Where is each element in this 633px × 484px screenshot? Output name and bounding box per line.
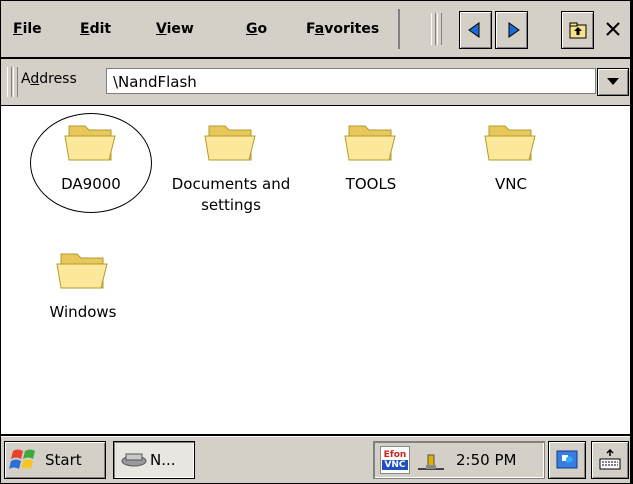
start-label: Start	[45, 451, 82, 469]
folder-vnc[interactable]: VNC	[441, 116, 581, 195]
window-frame: File Edit View Go Favorites Address \Nan…	[0, 0, 631, 483]
menu-edit[interactable]: Edit	[80, 3, 111, 55]
menu-view[interactable]: View	[156, 3, 194, 55]
folder-tools[interactable]: TOOLS	[301, 116, 441, 195]
desktop-button[interactable]	[548, 441, 586, 479]
menu-favorites[interactable]: Favorites	[306, 3, 379, 55]
folder-label: Windows	[49, 303, 117, 321]
toolbar-grip[interactable]	[431, 13, 436, 45]
menu-separator	[398, 9, 400, 49]
folder-icon	[64, 125, 116, 161]
toolbar-grip-2[interactable]	[437, 13, 442, 45]
folder-icon	[204, 125, 256, 161]
taskbar-window-label: N...	[150, 451, 176, 469]
folder-label: TOOLS	[345, 175, 397, 193]
address-input[interactable]: \NandFlash	[106, 68, 596, 94]
folder-da9000[interactable]: DA9000	[21, 116, 161, 195]
menu-go[interactable]: Go	[246, 3, 267, 55]
folder-view: DA9000 Documents and settings TOOLS VNC	[1, 106, 630, 434]
folder-documents-and-settings[interactable]: Documents and settings	[161, 116, 301, 216]
folder-icon	[484, 125, 536, 161]
folder-label: VNC	[495, 175, 527, 193]
back-arrow-icon	[467, 22, 479, 38]
up-folder-icon	[569, 22, 586, 39]
dropdown-arrow-icon	[607, 78, 619, 85]
keyboard-button[interactable]	[591, 441, 629, 479]
menu-bar: File Edit View Go Favorites	[1, 1, 630, 57]
windows-flag-icon	[9, 449, 35, 469]
taskbar-window-button[interactable]: N...	[113, 441, 195, 479]
vnc-tray-top-text: Efon	[383, 450, 407, 460]
vnc-tray-bottom-text: VNC	[382, 460, 408, 470]
taskbar: Start N... Efon VNC 2:50 PM	[1, 436, 630, 483]
start-button[interactable]: Start	[4, 441, 106, 479]
folder-label: DA9000	[61, 175, 121, 193]
folder-label: Documents and settings	[171, 175, 291, 214]
system-tray: Efon VNC 2:50 PM	[373, 441, 545, 479]
folder-icon	[344, 125, 396, 161]
address-grip-2[interactable]	[13, 67, 18, 97]
address-label: Address	[21, 71, 77, 87]
network-tray-icon[interactable]	[416, 447, 446, 473]
task-app-icon	[121, 453, 147, 467]
clock[interactable]: 2:50 PM	[456, 451, 516, 469]
folder-windows[interactable]: Windows	[13, 244, 153, 323]
folder-icon	[56, 253, 108, 289]
menu-file[interactable]: File	[13, 3, 42, 55]
vnc-tray-icon[interactable]: Efon VNC	[380, 446, 410, 474]
address-grip[interactable]	[7, 67, 12, 97]
close-button[interactable]	[597, 11, 628, 47]
forward-arrow-icon	[508, 22, 520, 38]
address-bar: Address \NandFlash	[1, 59, 630, 105]
close-icon	[605, 22, 620, 36]
address-dropdown-button[interactable]	[597, 68, 629, 96]
back-button[interactable]	[459, 11, 492, 49]
keyboard-icon	[599, 448, 621, 470]
desktop-icon	[556, 450, 578, 469]
up-folder-button[interactable]	[561, 11, 594, 49]
forward-button[interactable]	[495, 11, 528, 49]
